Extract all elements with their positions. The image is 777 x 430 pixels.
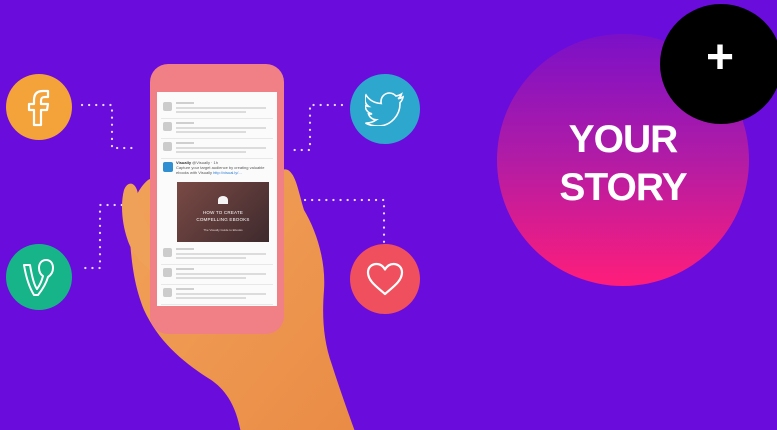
avatar xyxy=(163,162,173,172)
facebook-icon-circle xyxy=(6,74,72,140)
tweet-placeholder xyxy=(161,284,273,305)
twitter-icon-circle xyxy=(350,74,420,144)
vine-icon xyxy=(23,259,54,296)
tweet-placeholder xyxy=(161,138,273,159)
phone-screen: Visually @Visually · 1h Capture your tar… xyxy=(157,92,277,306)
tweet-link[interactable]: http://visual.ly/... xyxy=(213,170,242,175)
image-title-1: HOW TO CREATE xyxy=(202,210,244,215)
twitter-icon xyxy=(365,92,405,126)
your-story-label: YOUR STORY xyxy=(497,116,749,212)
plus-icon: + xyxy=(705,31,735,84)
tweet-placeholder xyxy=(161,118,273,139)
facebook-icon xyxy=(27,89,50,127)
vine-icon-circle xyxy=(6,244,72,310)
tweet-placeholder xyxy=(161,244,273,265)
heart-icon xyxy=(366,262,404,296)
logo-icon xyxy=(218,196,228,204)
image-title-2: COMPELLING EBOOKS xyxy=(196,217,250,222)
heart-icon-circle xyxy=(350,244,420,314)
tweet-placeholder xyxy=(161,264,273,285)
tweet-image: HOW TO CREATE COMPELLING EBOOKS The Visu… xyxy=(177,182,269,242)
tweet-placeholder xyxy=(161,98,273,119)
promo-banner: Visually @Visually · 1h Capture your tar… xyxy=(0,0,777,430)
image-caption: The Visually Guide to Ebooks xyxy=(203,228,243,232)
featured-tweet: Visually @Visually · 1h Capture your tar… xyxy=(161,160,273,244)
story-line-2: STORY xyxy=(559,166,687,209)
tweet-text: Visually @Visually · 1h Capture your tar… xyxy=(176,160,271,175)
